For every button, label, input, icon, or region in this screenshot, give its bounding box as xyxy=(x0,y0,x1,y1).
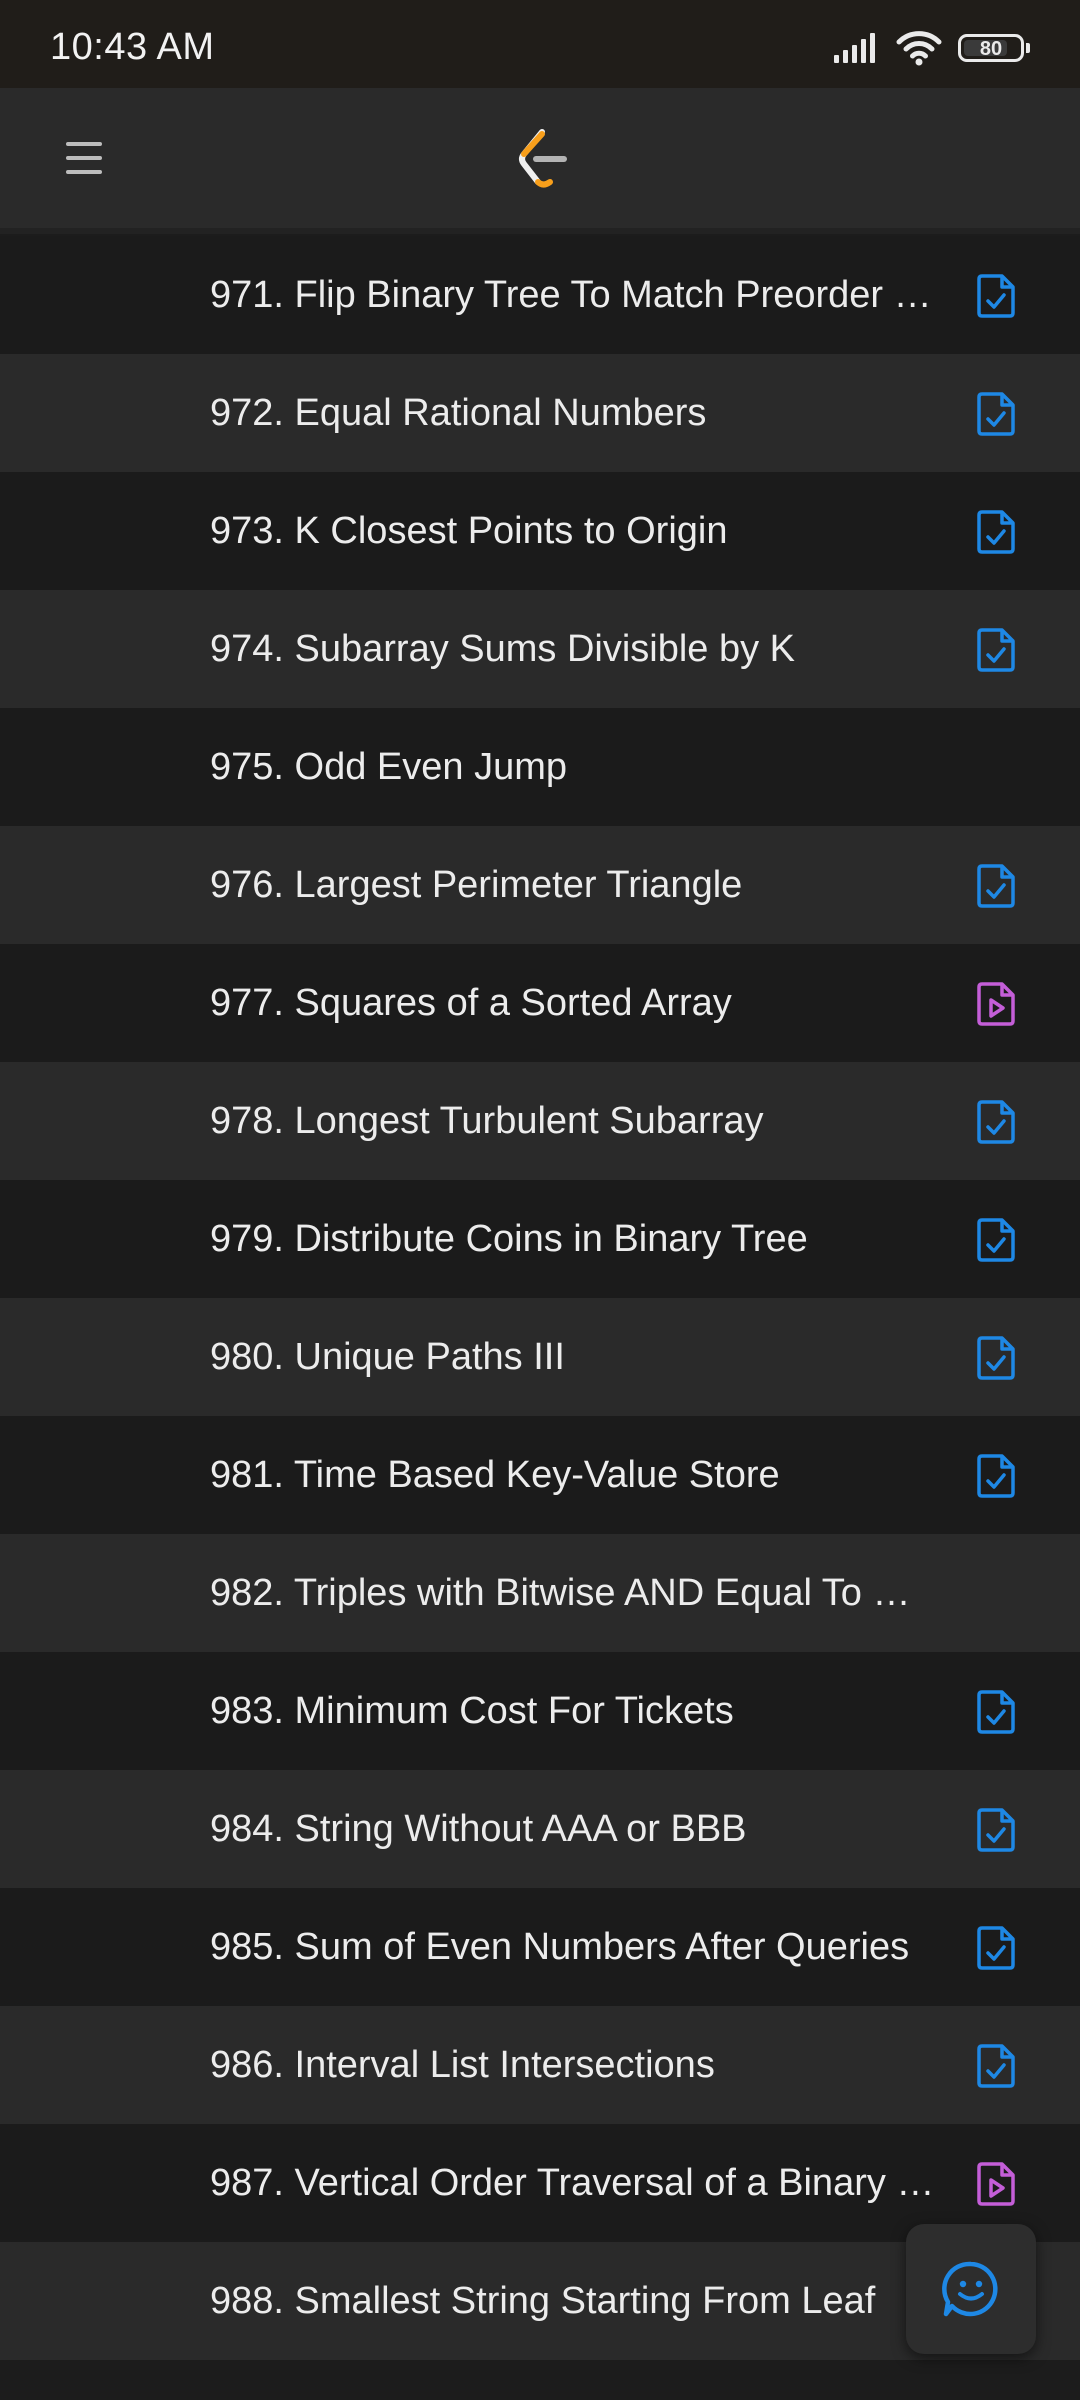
solution-doc-icon[interactable] xyxy=(976,1335,1016,1381)
solution-doc-icon[interactable] xyxy=(976,1453,1016,1499)
problem-title: 986. Interval List Intersections xyxy=(210,2044,715,2086)
cellular-signal-icon xyxy=(834,33,875,63)
battery-percent: 80 xyxy=(979,38,1003,60)
video-solution-icon[interactable] xyxy=(976,981,1016,1027)
problem-title: 983. Minimum Cost For Tickets xyxy=(210,1690,734,1732)
solution-doc-icon[interactable] xyxy=(976,273,1016,319)
solution-doc-icon[interactable] xyxy=(976,391,1016,437)
problem-row[interactable]: 981. Time Based Key-Value Store xyxy=(0,1416,1080,1534)
solution-doc-icon[interactable] xyxy=(976,1689,1016,1735)
problem-list: 971. Flip Binary Tree To Match Preorder … xyxy=(0,236,1080,2360)
problem-title: 984. String Without AAA or BBB xyxy=(210,1808,747,1850)
wifi-icon xyxy=(896,31,942,66)
status-time: 10:43 AM xyxy=(50,26,215,68)
feedback-smiley-icon xyxy=(942,2261,998,2317)
problem-title: 985. Sum of Even Numbers After Queries xyxy=(210,1926,910,1968)
problem-row[interactable]: 972. Equal Rational Numbers xyxy=(0,354,1080,472)
problem-title: 982. Triples with Bitwise AND Equal To … xyxy=(210,1572,911,1614)
video-solution-icon[interactable] xyxy=(976,2161,1016,2207)
problem-row[interactable]: 984. String Without AAA or BBB xyxy=(0,1770,1080,1888)
solution-doc-icon[interactable] xyxy=(976,2043,1016,2089)
leetcode-logo[interactable] xyxy=(512,126,572,190)
problem-title: 981. Time Based Key-Value Store xyxy=(210,1454,780,1496)
problem-row[interactable]: 971. Flip Binary Tree To Match Preorder … xyxy=(0,236,1080,354)
solution-doc-icon[interactable] xyxy=(976,627,1016,673)
problem-title: 973. K Closest Points to Origin xyxy=(210,510,728,552)
problem-row[interactable]: 977. Squares of a Sorted Array xyxy=(0,944,1080,1062)
feedback-button[interactable] xyxy=(906,2224,1036,2354)
problem-title: 978. Longest Turbulent Subarray xyxy=(210,1100,764,1142)
problem-title: 976. Largest Perimeter Triangle xyxy=(210,864,743,906)
problem-title: 975. Odd Even Jump xyxy=(210,746,567,788)
problem-row[interactable]: 980. Unique Paths III xyxy=(0,1298,1080,1416)
problem-row[interactable]: 979. Distribute Coins in Binary Tree xyxy=(0,1180,1080,1298)
problem-title: 988. Smallest String Starting From Leaf xyxy=(210,2280,876,2322)
problem-title: 979. Distribute Coins in Binary Tree xyxy=(210,1218,808,1260)
solution-doc-icon[interactable] xyxy=(976,509,1016,555)
battery-icon: 80 xyxy=(958,34,1030,62)
problem-row[interactable]: 986. Interval List Intersections xyxy=(0,2006,1080,2124)
problem-title: 977. Squares of a Sorted Array xyxy=(210,982,732,1024)
problem-title: 980. Unique Paths III xyxy=(210,1336,565,1378)
problem-row[interactable]: 976. Largest Perimeter Triangle xyxy=(0,826,1080,944)
battery-nub xyxy=(1026,43,1030,53)
problem-row[interactable]: 983. Minimum Cost For Tickets xyxy=(0,1652,1080,1770)
app-header xyxy=(0,88,1080,234)
problem-row[interactable]: 985. Sum of Even Numbers After Queries xyxy=(0,1888,1080,2006)
problem-title: 971. Flip Binary Tree To Match Preorder … xyxy=(210,274,932,316)
solution-doc-icon[interactable] xyxy=(976,1217,1016,1263)
solution-doc-icon[interactable] xyxy=(976,1925,1016,1971)
problem-row[interactable]: 975. Odd Even Jump xyxy=(0,708,1080,826)
problem-row[interactable]: 978. Longest Turbulent Subarray xyxy=(0,1062,1080,1180)
hamburger-menu-icon[interactable] xyxy=(64,138,104,178)
problem-title: 974. Subarray Sums Divisible by K xyxy=(210,628,796,670)
status-icons: 80 xyxy=(834,28,1030,68)
problem-row[interactable]: 974. Subarray Sums Divisible by K xyxy=(0,590,1080,708)
problem-title: 987. Vertical Order Traversal of a Binar… xyxy=(210,2162,935,2204)
status-bar: 10:43 AM 80 xyxy=(0,0,1080,88)
problem-title: 972. Equal Rational Numbers xyxy=(210,392,707,434)
solution-doc-icon[interactable] xyxy=(976,1099,1016,1145)
problem-row[interactable]: 973. K Closest Points to Origin xyxy=(0,472,1080,590)
solution-doc-icon[interactable] xyxy=(976,1807,1016,1853)
solution-doc-icon[interactable] xyxy=(976,863,1016,909)
problem-row[interactable]: 982. Triples with Bitwise AND Equal To … xyxy=(0,1534,1080,1652)
